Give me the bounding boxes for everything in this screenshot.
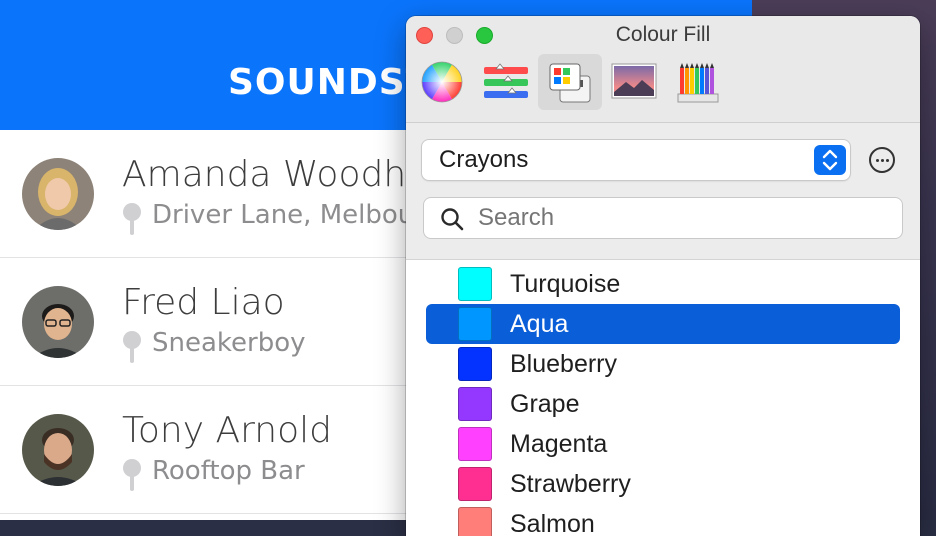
contact-name: Amanda Woodho — [122, 154, 429, 195]
crayon-label: Salmon — [510, 510, 595, 536]
contact-location: Sneakerboy — [152, 328, 306, 358]
colour-swatch — [458, 427, 492, 461]
colour-wheel-tab[interactable] — [410, 54, 474, 110]
crayon-item-grape[interactable]: Grape — [426, 384, 900, 424]
avatar — [22, 414, 94, 486]
avatar — [22, 158, 94, 230]
crayon-item-magenta[interactable]: Magenta — [426, 424, 900, 464]
crayon-item-aqua[interactable]: Aqua — [426, 304, 900, 344]
crayon-label: Turquoise — [510, 270, 621, 298]
colour-sliders-tab[interactable] — [474, 54, 538, 110]
location-pin-icon — [123, 203, 141, 235]
crayon-item-strawberry[interactable]: Strawberry — [426, 464, 900, 504]
colour-swatch — [458, 387, 492, 421]
palette-select-value: Crayons — [439, 146, 529, 173]
colour-swatch — [458, 347, 492, 381]
crayon-label: Grape — [510, 390, 580, 418]
crayon-label: Magenta — [510, 430, 608, 458]
search-icon — [441, 208, 464, 231]
palette-select[interactable]: Crayons — [422, 140, 850, 180]
avatar — [22, 286, 94, 358]
more-options-button[interactable] — [869, 147, 895, 173]
colour-swatch — [458, 507, 492, 536]
crayon-label: Strawberry — [510, 470, 631, 498]
location-pin-icon — [123, 459, 141, 491]
select-stepper-icon — [814, 145, 846, 175]
pencils-icon — [677, 63, 719, 103]
colour-swatch — [458, 307, 492, 341]
image-palettes-tab[interactable] — [602, 54, 666, 110]
panel-title: Colour Fill — [615, 23, 711, 46]
crayon-label: Aqua — [510, 310, 569, 338]
panel-titlebar: Colour Fill — [406, 16, 920, 123]
colour-swatch — [458, 467, 492, 501]
crayon-item-salmon[interactable]: Salmon — [426, 504, 900, 536]
colour-wheel-icon — [421, 61, 463, 103]
palettes-icon — [549, 63, 591, 103]
colour-swatch — [458, 267, 492, 301]
crayon-list: Turquoise Aqua Blueberry Grape Magenta S… — [406, 259, 920, 536]
crayon-item-turquoise[interactable]: Turquoise — [426, 264, 900, 304]
contact-name: Fred Liao — [122, 282, 285, 323]
crayon-item-blueberry[interactable]: Blueberry — [426, 344, 900, 384]
contact-location: Driver Lane, Melbou — [152, 200, 415, 230]
pencils-tab[interactable] — [666, 54, 730, 110]
sliders-icon — [484, 63, 528, 98]
search-input[interactable] — [478, 204, 878, 232]
colour-fill-panel: Colour Fill Crayons Search Turquoise Aqu… — [406, 16, 920, 536]
colour-palettes-tab[interactable] — [538, 54, 602, 110]
contact-location: Rooftop Bar — [152, 456, 305, 486]
contact-name: Tony Arnold — [122, 410, 332, 451]
search-field[interactable] — [424, 198, 902, 238]
image-palette-icon — [611, 63, 657, 99]
location-pin-icon — [123, 331, 141, 363]
crayon-label: Blueberry — [510, 350, 617, 378]
